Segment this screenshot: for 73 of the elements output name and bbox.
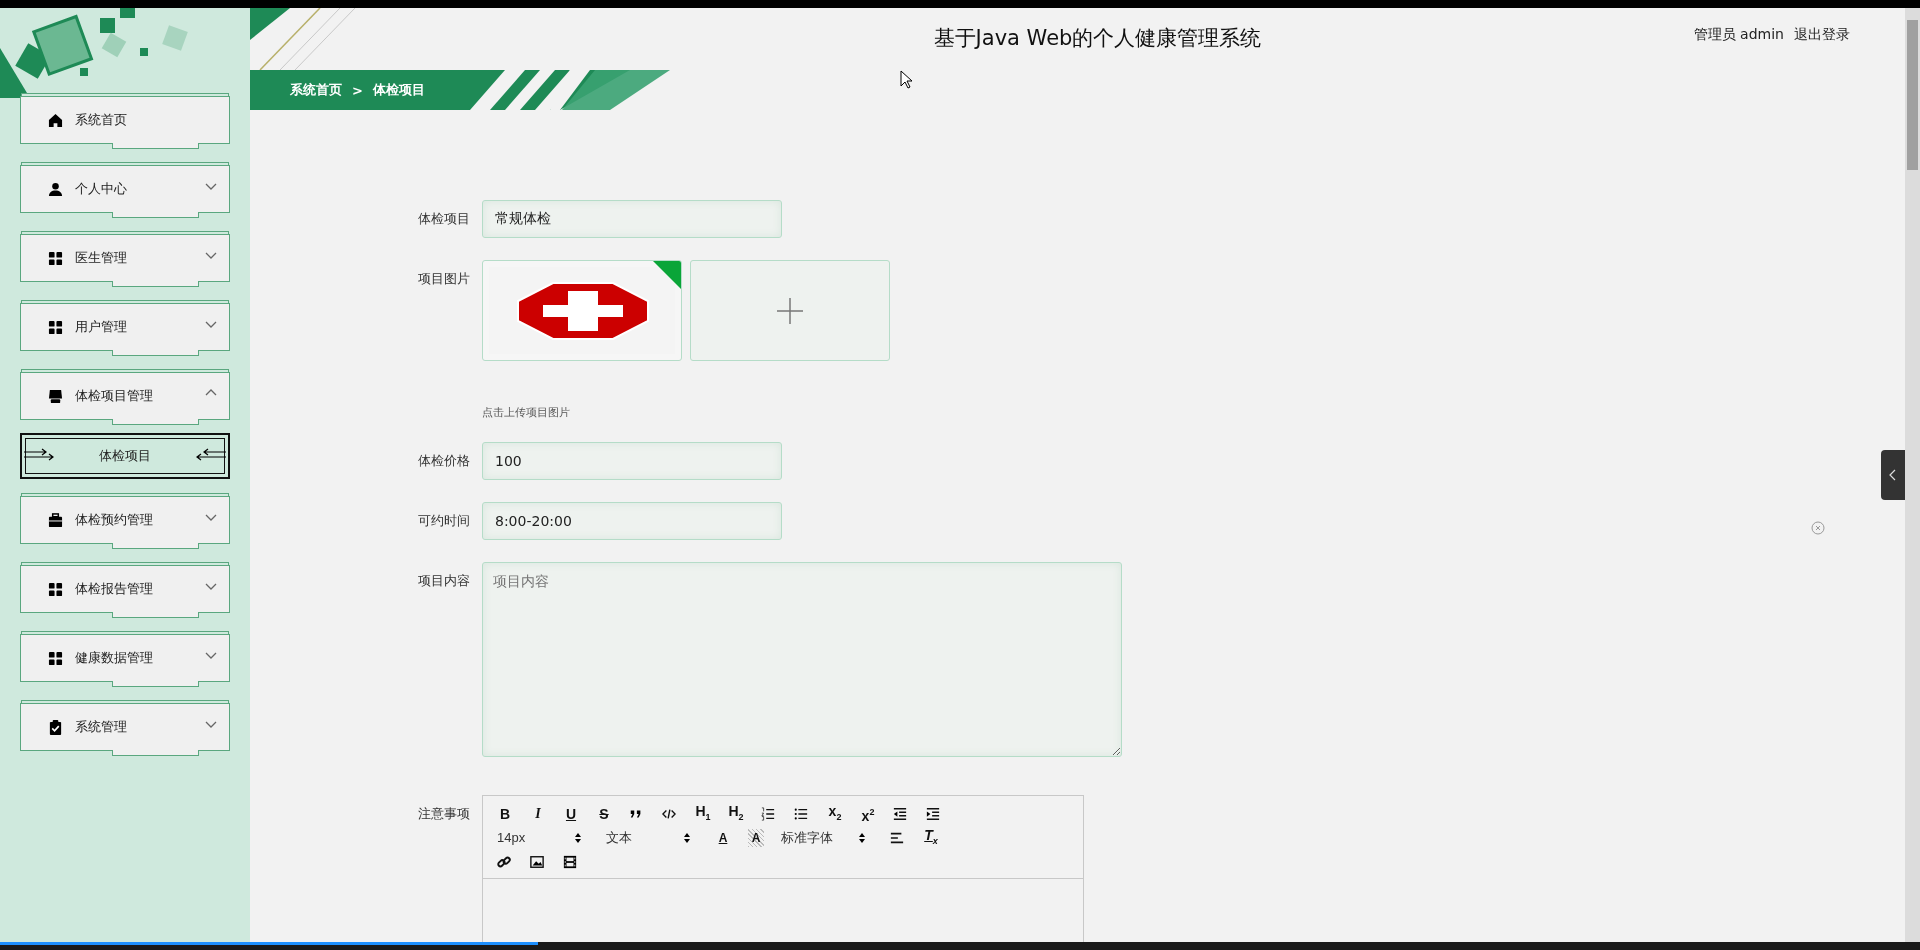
text-field[interactable]: 常规体检 bbox=[482, 200, 782, 238]
sidebar-item-label: 个人中心 bbox=[75, 180, 127, 198]
sidebar-item-label: 系统首页 bbox=[75, 111, 127, 129]
highlight-button[interactable]: A bbox=[748, 829, 764, 847]
arrow-icon bbox=[196, 447, 226, 463]
grid-icon bbox=[48, 650, 63, 666]
bold-button[interactable]: B bbox=[497, 805, 513, 823]
numbered-list-icon[interactable] bbox=[761, 807, 777, 821]
briefcase-icon bbox=[48, 512, 63, 528]
sidebar-item-label: 医生管理 bbox=[75, 249, 127, 267]
submenu-label: 体检项目 bbox=[99, 447, 151, 465]
sidebar-item-label: 体检项目管理 bbox=[75, 387, 153, 405]
clear-icon[interactable] bbox=[1811, 521, 1825, 535]
align-left-icon[interactable] bbox=[890, 831, 906, 845]
grid-icon bbox=[48, 250, 63, 266]
user-icon bbox=[48, 181, 63, 197]
user-label: 管理员 admin bbox=[1693, 26, 1784, 44]
collapse-tab[interactable] bbox=[1881, 450, 1905, 500]
grid-icon bbox=[48, 319, 63, 335]
field-label: 可约时间 bbox=[417, 512, 470, 530]
text-field[interactable]: 8:00-20:00 bbox=[482, 502, 782, 540]
scrollbar[interactable] bbox=[1905, 8, 1920, 942]
store-icon bbox=[48, 388, 63, 404]
text-field[interactable]: 100 bbox=[482, 442, 782, 480]
breadcrumb-separator: > bbox=[352, 82, 363, 98]
plus-icon bbox=[777, 297, 803, 324]
film-icon[interactable] bbox=[563, 855, 579, 869]
image-thumbnail[interactable] bbox=[482, 260, 682, 361]
logout-link[interactable]: 退出登录 bbox=[1794, 26, 1850, 44]
breadcrumb-link[interactable]: 体检项目 bbox=[372, 81, 425, 99]
text-area[interactable]: 项目内容 bbox=[482, 562, 1122, 757]
submenu-item[interactable]: 体检项目 bbox=[20, 433, 230, 479]
indent-icon[interactable] bbox=[926, 807, 942, 821]
video-progress-bar[interactable] bbox=[0, 942, 1920, 950]
image-icon[interactable] bbox=[530, 855, 546, 869]
sort-caret-icon bbox=[859, 833, 865, 843]
script-button[interactable]: x$^{2}$ bbox=[860, 803, 876, 825]
arrow-icon bbox=[24, 447, 54, 463]
sort-caret-icon bbox=[575, 833, 581, 843]
field-label: 注意事项 bbox=[417, 805, 470, 823]
code-icon[interactable] bbox=[662, 807, 678, 821]
sidebar-item-label: 系统管理 bbox=[75, 718, 127, 736]
clipboard-check-icon bbox=[48, 719, 63, 735]
system-title: 基于Java Web的个人健康管理系统 bbox=[932, 26, 1262, 50]
editor-select[interactable]: 文本 bbox=[606, 829, 698, 847]
mouse-cursor-icon bbox=[900, 70, 914, 90]
sidebar-item-label: 健康数据管理 bbox=[75, 649, 153, 667]
chevron-left-icon bbox=[1889, 469, 1897, 481]
clear-format-button[interactable]: T$_{x}$ bbox=[923, 826, 939, 850]
heading-button[interactable]: H$_{2}$ bbox=[728, 802, 744, 826]
italic-button[interactable]: I bbox=[530, 805, 546, 823]
font-color-button[interactable]: A bbox=[715, 829, 731, 847]
upload-hint: 点击上传项目图片 bbox=[482, 405, 571, 420]
field-label: 体检价格 bbox=[417, 452, 470, 470]
editor-select[interactable]: 标准字体 bbox=[781, 829, 873, 847]
editor-select[interactable]: 14px bbox=[497, 829, 589, 847]
underline-button[interactable]: U bbox=[563, 805, 579, 823]
field-label: 体检项目 bbox=[417, 210, 470, 228]
strikethrough-button[interactable]: S bbox=[596, 805, 612, 823]
grid-icon bbox=[48, 581, 63, 597]
field-label: 项目内容 bbox=[417, 572, 470, 590]
outdent-icon[interactable] bbox=[893, 807, 909, 821]
script-button[interactable]: x$_{2}$ bbox=[827, 802, 843, 826]
bullet-list-icon[interactable] bbox=[794, 807, 810, 821]
field-label: 项目图片 bbox=[417, 270, 470, 288]
link-icon[interactable] bbox=[497, 855, 513, 869]
sidebar-item-label: 用户管理 bbox=[75, 318, 127, 336]
breadcrumb-link[interactable]: 系统首页 bbox=[290, 81, 342, 99]
sort-caret-icon bbox=[684, 833, 690, 843]
sidebar-item-label: 体检预约管理 bbox=[75, 511, 153, 529]
heading-button[interactable]: H$_{1}$ bbox=[695, 802, 711, 826]
sidebar-item-label: 体检报告管理 bbox=[75, 580, 153, 598]
home-icon bbox=[48, 112, 63, 128]
